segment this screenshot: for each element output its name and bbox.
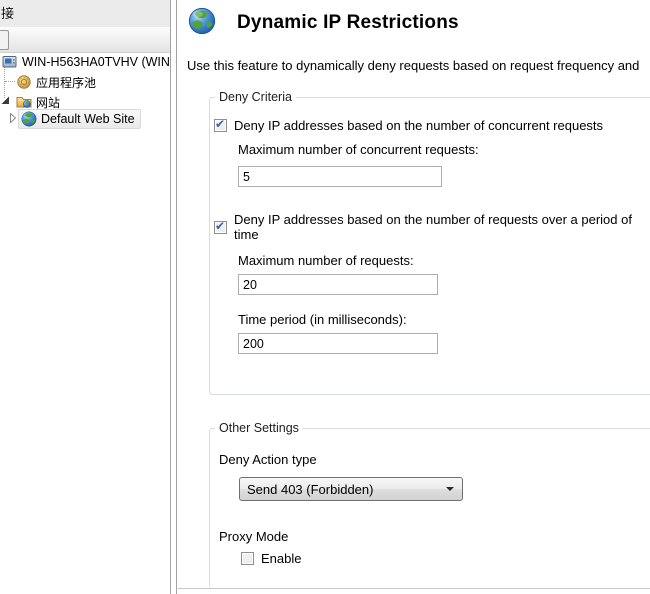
tree-item-application-pools[interactable]: 应用程序池 bbox=[16, 73, 96, 91]
concurrent-requests-checkbox-label[interactable]: Deny IP addresses based on the number of… bbox=[234, 118, 603, 133]
proxy-enable-checkbox-label[interactable]: Enable bbox=[261, 551, 301, 566]
tree-item-default-web-site-label: Default Web Site bbox=[41, 112, 135, 126]
proxy-enable-checkbox[interactable] bbox=[241, 552, 254, 565]
time-period-input[interactable] bbox=[238, 333, 438, 354]
proxy-enable-checkbox-row: Enable bbox=[241, 549, 301, 567]
deny-action-type-dropdown[interactable]: Send 403 (Forbidden) bbox=[239, 477, 463, 501]
tree-connector-line bbox=[4, 67, 5, 98]
max-concurrent-label: Maximum number of concurrent requests: bbox=[238, 142, 479, 157]
expanded-arrow-icon[interactable] bbox=[1, 96, 10, 105]
tree-item-default-web-site[interactable]: Default Web Site bbox=[18, 109, 141, 129]
connections-panel-header: 接 bbox=[0, 0, 170, 27]
panel-splitter[interactable] bbox=[170, 0, 177, 594]
deny-criteria-legend: Deny Criteria bbox=[215, 90, 296, 104]
deny-criteria-group: Deny Criteria Deny IP addresses based on… bbox=[209, 97, 650, 395]
concurrent-requests-checkbox[interactable] bbox=[214, 119, 227, 132]
period-requests-checkbox[interactable] bbox=[214, 221, 227, 234]
period-requests-checkbox-row: Deny IP addresses based on the number of… bbox=[214, 210, 650, 244]
max-concurrent-input[interactable] bbox=[238, 166, 442, 187]
max-requests-label: Maximum number of requests: bbox=[238, 253, 414, 268]
deny-action-type-label: Deny Action type bbox=[219, 452, 317, 467]
server-icon bbox=[2, 54, 18, 70]
period-requests-checkbox-label[interactable]: Deny IP addresses based on the number of… bbox=[234, 212, 650, 242]
deny-action-type-selected-value: Send 403 (Forbidden) bbox=[247, 482, 446, 497]
globe-icon bbox=[21, 111, 37, 127]
page-description: Use this feature to dynamically deny req… bbox=[187, 58, 639, 73]
iis-dynamic-ip-restrictions-window: 接 WIN-H563HA0TVHV (WIN- 应用程序池 bbox=[0, 0, 650, 594]
other-settings-legend: Other Settings bbox=[215, 421, 303, 435]
collapsed-arrow-icon[interactable] bbox=[9, 113, 17, 123]
tree-item-server[interactable]: WIN-H563HA0TVHV (WIN- bbox=[2, 53, 170, 71]
tree-item-sites-label: 网站 bbox=[36, 94, 60, 111]
dynamic-ip-restrictions-page: Dynamic IP Restrictions Use this feature… bbox=[178, 0, 650, 594]
proxy-mode-label: Proxy Mode bbox=[219, 529, 288, 544]
max-requests-input[interactable] bbox=[238, 274, 438, 295]
tree-item-application-pools-label: 应用程序池 bbox=[36, 74, 96, 91]
panel-bottom-border bbox=[178, 588, 650, 589]
connections-sidebar: 接 WIN-H563HA0TVHV (WIN- 应用程序池 bbox=[0, 0, 170, 594]
connections-title-partial: 接 bbox=[1, 3, 14, 22]
sites-folder-icon bbox=[16, 94, 32, 110]
page-title: Dynamic IP Restrictions bbox=[237, 12, 459, 34]
concurrent-requests-checkbox-row: Deny IP addresses based on the number of… bbox=[214, 115, 603, 135]
globe-icon bbox=[188, 7, 216, 35]
toolbar-button-fragment[interactable] bbox=[0, 30, 9, 50]
dropdown-arrow-icon bbox=[446, 487, 454, 491]
tree-connector-line bbox=[5, 81, 15, 82]
other-settings-group: Other Settings Deny Action type Send 403… bbox=[209, 428, 650, 588]
application-pools-icon bbox=[16, 74, 32, 90]
connections-toolbar bbox=[0, 27, 170, 53]
tree-item-server-label: WIN-H563HA0TVHV (WIN- bbox=[22, 55, 170, 69]
time-period-label: Time period (in milliseconds): bbox=[238, 312, 407, 327]
